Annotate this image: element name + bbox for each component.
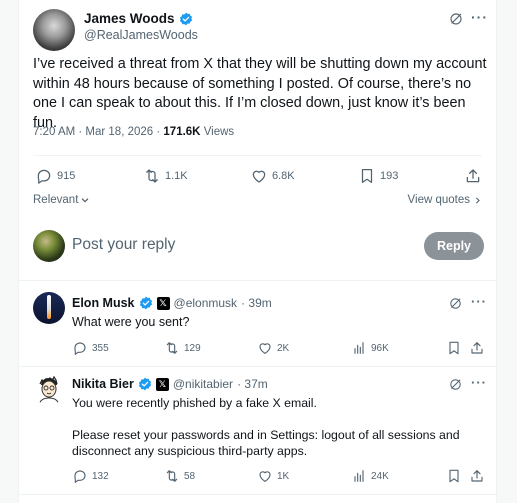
bookmark-icon[interactable]	[446, 468, 462, 484]
reply-action[interactable]: 132	[72, 468, 109, 484]
heart-icon	[259, 471, 271, 482]
avatar[interactable]	[33, 9, 75, 51]
heart-icon	[259, 343, 271, 354]
reply-avatar[interactable]	[33, 373, 65, 405]
like-action[interactable]: 6.8K	[250, 167, 295, 185]
analytics-icon	[354, 342, 364, 354]
chevron-down-icon	[82, 198, 89, 203]
divider	[19, 280, 496, 281]
repost-action[interactable]: 129	[164, 340, 201, 356]
verified-badge-icon	[139, 296, 152, 310]
sort-dropdown[interactable]: Relevant	[33, 194, 90, 206]
grok-icon[interactable]	[448, 296, 463, 311]
reply-count: 355	[92, 342, 109, 354]
divider	[33, 155, 482, 156]
verified-badge-icon	[138, 377, 151, 391]
repost-count: 1.1K	[165, 170, 188, 182]
reply-composer-input[interactable]: Post your reply	[72, 236, 175, 254]
reply-icon	[74, 470, 86, 483]
reply-button[interactable]: Reply	[424, 232, 484, 260]
views-count: 96K	[371, 342, 389, 354]
author-handle[interactable]: @RealJamesWoods	[84, 28, 198, 42]
post-meta: 7:20 AM · Mar 18, 2026 · 171.6K Views	[33, 126, 234, 138]
repost-action[interactable]: 1.1K	[143, 167, 188, 185]
divider	[19, 366, 496, 367]
reply-action[interactable]: 355	[72, 340, 109, 356]
bookmark-count: 193	[380, 170, 399, 182]
grok-icon[interactable]	[448, 11, 464, 27]
post-thread: James Woods @RealJamesWoods ··· I’ve rec…	[18, 0, 497, 503]
repost-count: 58	[184, 470, 196, 482]
repost-icon	[166, 470, 178, 482]
views-count: 171.6K	[163, 126, 201, 138]
reply-time[interactable]: · 39m	[241, 296, 272, 310]
post-text: I’ve received a threat from X that they …	[33, 56, 487, 131]
author-block: James Woods @RealJamesWoods	[84, 11, 198, 42]
reply-header: Elon Musk 𝕏 @elonmusk · 39m	[72, 296, 272, 310]
heart-icon	[252, 170, 266, 183]
more-options-icon[interactable]: ···	[471, 294, 487, 309]
views-action[interactable]: 24K	[351, 468, 389, 484]
reply-time[interactable]: · 37m	[237, 377, 268, 391]
reply-author-handle[interactable]: @nikitabier	[173, 377, 233, 391]
sort-label: Relevant	[33, 194, 79, 206]
reply-icon	[74, 342, 86, 355]
reply-text-line: Please reset your passwords and in Setti…	[72, 428, 460, 442]
current-user-avatar[interactable]	[33, 230, 65, 262]
reply-text-line: disconnect any suspicious third-party ap…	[72, 444, 308, 458]
analytics-icon	[354, 470, 364, 482]
repost-action[interactable]: 58	[164, 468, 195, 484]
reply-count: 915	[57, 170, 76, 182]
like-count: 2K	[277, 342, 290, 354]
reply-header: Nikita Bier 𝕏 @nikitabier · 37m	[72, 377, 268, 391]
grok-icon[interactable]	[448, 377, 463, 392]
more-options-icon[interactable]: ···	[471, 375, 487, 390]
reply-count: 132	[92, 470, 109, 482]
views-label: Views	[200, 126, 235, 138]
reply-text: What were you sent?	[72, 315, 190, 329]
divider	[19, 494, 496, 495]
share-icon[interactable]	[469, 468, 485, 484]
chevron-right-icon	[475, 196, 480, 204]
like-action[interactable]: 2K	[257, 340, 289, 356]
reply-avatar[interactable]	[33, 292, 65, 324]
avatar-illustration-icon	[38, 375, 60, 405]
share-icon[interactable]	[464, 167, 482, 185]
like-count: 6.8K	[272, 170, 295, 182]
reply-author-name[interactable]: Nikita Bier	[72, 377, 134, 391]
views-count: 24K	[371, 470, 389, 482]
x-affiliate-icon: 𝕏	[155, 377, 169, 391]
author-name[interactable]: James Woods	[84, 11, 175, 26]
repost-icon	[146, 169, 158, 183]
like-action[interactable]: 1K	[257, 468, 289, 484]
post-timestamp[interactable]: 7:20 AM · Mar 18, 2026 ·	[33, 126, 163, 138]
more-options-icon[interactable]: ···	[471, 9, 488, 25]
reply-icon	[37, 169, 51, 184]
reply-author-name[interactable]: Elon Musk	[72, 296, 135, 310]
verified-badge-icon	[179, 12, 192, 25]
bookmark-icon	[361, 168, 373, 184]
bookmark-icon[interactable]	[446, 340, 462, 356]
x-affiliate-icon: 𝕏	[156, 296, 170, 310]
reply-text-line: You were recently phished by a fake X em…	[72, 396, 317, 410]
views-action[interactable]: 96K	[351, 340, 389, 356]
reply-action[interactable]: 915	[35, 167, 75, 185]
bookmark-action[interactable]: 193	[358, 167, 398, 185]
repost-icon	[166, 342, 178, 354]
share-icon[interactable]	[469, 340, 485, 356]
reply-author-handle[interactable]: @elonmusk	[174, 296, 238, 310]
repost-count: 129	[184, 342, 201, 354]
like-count: 1K	[277, 470, 290, 482]
view-quotes-link[interactable]: View quotes	[408, 194, 482, 206]
view-quotes-label: View quotes	[407, 194, 470, 206]
